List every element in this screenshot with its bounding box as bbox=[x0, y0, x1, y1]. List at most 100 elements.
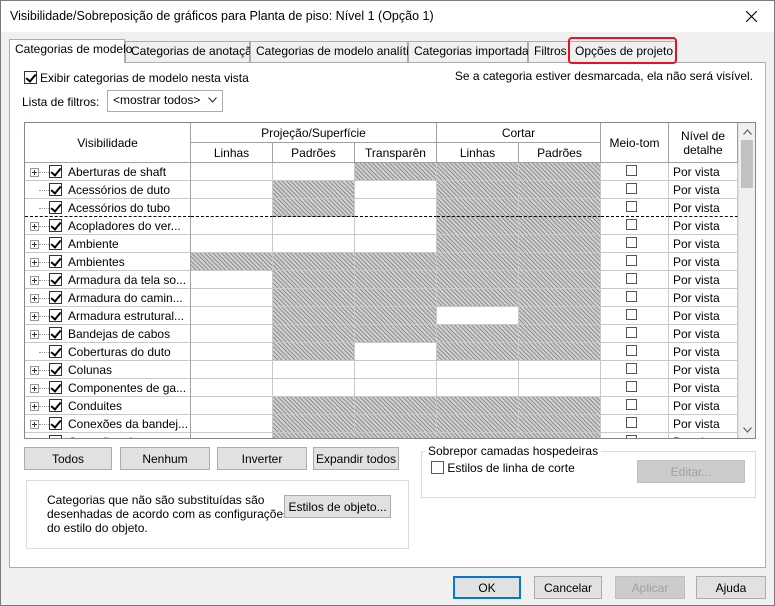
cut-patterns-cell[interactable] bbox=[519, 181, 601, 199]
projection-lines-cell[interactable] bbox=[191, 163, 273, 181]
table-row[interactable]: Coberturas do duto Por vista bbox=[25, 343, 738, 361]
cut-patterns-cell[interactable] bbox=[519, 361, 601, 379]
tab-imported-categories[interactable]: Categorias importadas bbox=[408, 41, 535, 62]
projection-patterns-cell[interactable] bbox=[273, 361, 355, 379]
halftone-checkbox[interactable] bbox=[626, 381, 637, 392]
projection-transparency-cell[interactable] bbox=[355, 433, 437, 438]
expand-all-button[interactable]: Expandir todos bbox=[313, 447, 399, 470]
cut-lines-cell[interactable] bbox=[437, 289, 519, 307]
projection-lines-cell[interactable] bbox=[191, 415, 273, 433]
category-name-cell[interactable]: Colunas bbox=[25, 361, 191, 379]
projection-patterns-cell[interactable] bbox=[273, 181, 355, 199]
projection-patterns-cell[interactable] bbox=[273, 415, 355, 433]
projection-lines-cell[interactable] bbox=[191, 253, 273, 271]
projection-patterns-cell[interactable] bbox=[273, 199, 355, 217]
cut-patterns-cell[interactable] bbox=[519, 415, 601, 433]
category-name-cell[interactable]: Acessórios de duto bbox=[25, 181, 191, 199]
select-none-button[interactable]: Nenhum bbox=[120, 447, 210, 470]
projection-transparency-cell[interactable] bbox=[355, 343, 437, 361]
category-name-cell[interactable]: Coberturas do duto bbox=[25, 343, 191, 361]
projection-transparency-cell[interactable] bbox=[355, 181, 437, 199]
tab-design-options[interactable]: Opções de projeto bbox=[569, 41, 676, 62]
projection-transparency-cell[interactable] bbox=[355, 163, 437, 181]
cut-patterns-cell[interactable] bbox=[519, 199, 601, 217]
expand-plus-icon[interactable] bbox=[30, 402, 39, 411]
filter-list-dropdown[interactable]: <mostrar todos> bbox=[107, 90, 223, 112]
cancel-button[interactable]: Cancelar bbox=[534, 576, 602, 599]
cut-patterns-cell[interactable] bbox=[519, 163, 601, 181]
halftone-checkbox[interactable] bbox=[626, 345, 637, 356]
category-visibility-checkbox[interactable] bbox=[49, 165, 62, 178]
table-row[interactable]: Ambientes Por vista bbox=[25, 253, 738, 271]
projection-patterns-cell[interactable] bbox=[273, 433, 355, 438]
table-row[interactable]: Armadura estrutural... Por vista bbox=[25, 307, 738, 325]
expand-plus-icon[interactable] bbox=[30, 420, 39, 429]
expand-plus-icon[interactable] bbox=[30, 384, 39, 393]
projection-patterns-cell[interactable] bbox=[273, 325, 355, 343]
projection-patterns-cell[interactable] bbox=[273, 235, 355, 253]
cut-lines-cell[interactable] bbox=[437, 163, 519, 181]
category-visibility-checkbox[interactable] bbox=[49, 327, 62, 340]
tab-annotation-categories[interactable]: Categorias de anotação bbox=[125, 41, 258, 62]
projection-transparency-cell[interactable] bbox=[355, 199, 437, 217]
projection-transparency-cell[interactable] bbox=[355, 415, 437, 433]
scroll-down-button[interactable] bbox=[739, 421, 755, 438]
projection-patterns-cell[interactable] bbox=[273, 379, 355, 397]
category-name-cell[interactable]: Conduites bbox=[25, 397, 191, 415]
cut-patterns-cell[interactable] bbox=[519, 253, 601, 271]
halftone-checkbox[interactable] bbox=[626, 273, 637, 284]
tab-filters[interactable]: Filtros bbox=[528, 41, 569, 62]
cut-lines-cell[interactable] bbox=[437, 415, 519, 433]
table-row[interactable]: Acopladores do ver... Por vista bbox=[25, 217, 738, 235]
category-visibility-checkbox[interactable] bbox=[49, 381, 62, 394]
halftone-checkbox[interactable] bbox=[626, 363, 637, 374]
halftone-checkbox[interactable] bbox=[626, 291, 637, 302]
projection-transparency-cell[interactable] bbox=[355, 271, 437, 289]
expand-plus-icon[interactable] bbox=[30, 312, 39, 321]
category-name-cell[interactable]: Bandejas de cabos bbox=[25, 325, 191, 343]
cut-lines-cell[interactable] bbox=[437, 235, 519, 253]
cut-lines-cell[interactable] bbox=[437, 343, 519, 361]
halftone-checkbox[interactable] bbox=[626, 237, 637, 248]
projection-patterns-cell[interactable] bbox=[273, 253, 355, 271]
projection-patterns-cell[interactable] bbox=[273, 307, 355, 325]
projection-lines-cell[interactable] bbox=[191, 361, 273, 379]
projection-lines-cell[interactable] bbox=[191, 199, 273, 217]
scroll-up-button[interactable] bbox=[739, 123, 755, 140]
table-row[interactable]: Conexões da bandej... Por vista bbox=[25, 415, 738, 433]
header-cut[interactable]: Cortar bbox=[437, 123, 601, 143]
category-visibility-checkbox[interactable] bbox=[49, 219, 62, 232]
halftone-checkbox[interactable] bbox=[626, 183, 637, 194]
expand-plus-icon[interactable] bbox=[30, 168, 39, 177]
expand-plus-icon[interactable] bbox=[30, 330, 39, 339]
apply-button[interactable]: Aplicar bbox=[615, 576, 685, 599]
projection-transparency-cell[interactable] bbox=[355, 253, 437, 271]
cut-lines-cell[interactable] bbox=[437, 217, 519, 235]
category-visibility-checkbox[interactable] bbox=[49, 417, 62, 430]
scroll-thumb[interactable] bbox=[741, 140, 753, 188]
header-projection-transparency[interactable]: Transparên bbox=[355, 143, 437, 163]
projection-transparency-cell[interactable] bbox=[355, 217, 437, 235]
category-name-cell[interactable]: Armadura da tela so... bbox=[25, 271, 191, 289]
halftone-checkbox[interactable] bbox=[626, 435, 637, 438]
close-button[interactable] bbox=[728, 1, 774, 32]
category-visibility-checkbox[interactable] bbox=[49, 273, 62, 286]
projection-patterns-cell[interactable] bbox=[273, 343, 355, 361]
table-row[interactable]: Aberturas de shaft Por vista bbox=[25, 163, 738, 181]
header-visibility[interactable]: Visibilidade bbox=[25, 123, 191, 163]
header-cut-lines[interactable]: Linhas bbox=[437, 143, 519, 163]
category-visibility-checkbox[interactable] bbox=[49, 237, 62, 250]
projection-patterns-cell[interactable] bbox=[273, 289, 355, 307]
cut-lines-cell[interactable] bbox=[437, 307, 519, 325]
projection-lines-cell[interactable] bbox=[191, 433, 273, 438]
category-name-cell[interactable]: Acessórios do tubo bbox=[25, 199, 191, 217]
category-visibility-checkbox[interactable] bbox=[49, 309, 62, 322]
header-projection-surface[interactable]: Projeção/Superfície bbox=[191, 123, 437, 143]
projection-transparency-cell[interactable] bbox=[355, 289, 437, 307]
expand-plus-icon[interactable] bbox=[30, 438, 39, 439]
projection-patterns-cell[interactable] bbox=[273, 217, 355, 235]
header-cut-patterns[interactable]: Padrões bbox=[519, 143, 601, 163]
cut-patterns-cell[interactable] bbox=[519, 289, 601, 307]
halftone-checkbox[interactable] bbox=[626, 201, 637, 212]
table-row[interactable]: Armadura da tela so... Por vista bbox=[25, 271, 738, 289]
